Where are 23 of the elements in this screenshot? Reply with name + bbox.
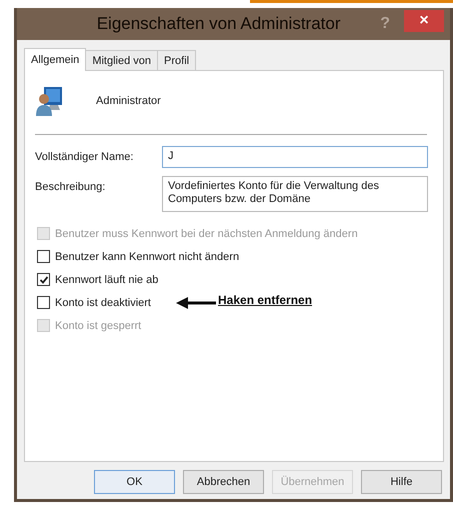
field-label: Vollständiger Name: <box>35 150 134 163</box>
tab[interactable]: Allgemein <box>24 48 86 71</box>
tab[interactable]: Profil <box>157 50 196 70</box>
checkbox[interactable] <box>37 250 50 263</box>
checkbox[interactable] <box>37 273 50 286</box>
annotation-text: Haken entfernen <box>218 292 312 308</box>
checkbox[interactable] <box>37 296 50 309</box>
checkbox-label: Konto ist gesperrt <box>55 320 142 332</box>
dialog-button[interactable]: OK <box>94 470 175 494</box>
dialog-button[interactable]: Abbrechen <box>183 470 264 494</box>
name-field[interactable]: J <box>162 146 428 168</box>
close-button[interactable]: × <box>404 10 444 32</box>
checkbox-label: Benutzer kann Kennwort nicht ändern <box>55 250 240 262</box>
checkbox-label: Konto ist deaktiviert <box>55 296 151 308</box>
tab[interactable]: Mitglied von <box>85 50 158 70</box>
description-field[interactable]: Vordefiniertes Konto für die Verwaltung des Computers bzw. der Domäne <box>162 176 428 212</box>
checkbox-label: Kennwort läuft nie ab <box>55 274 158 286</box>
account-name: Administrator <box>96 95 161 107</box>
arrow-icon <box>176 296 216 308</box>
window-title: Eigenschaften von Administrator <box>96 14 342 34</box>
checkbox-label: Benutzer muss Kennwort bei der nächsten Anmeldung ändern <box>55 228 358 240</box>
dialog-button[interactable]: Hilfe <box>361 470 442 494</box>
field-label: Beschreibung: <box>35 180 106 193</box>
